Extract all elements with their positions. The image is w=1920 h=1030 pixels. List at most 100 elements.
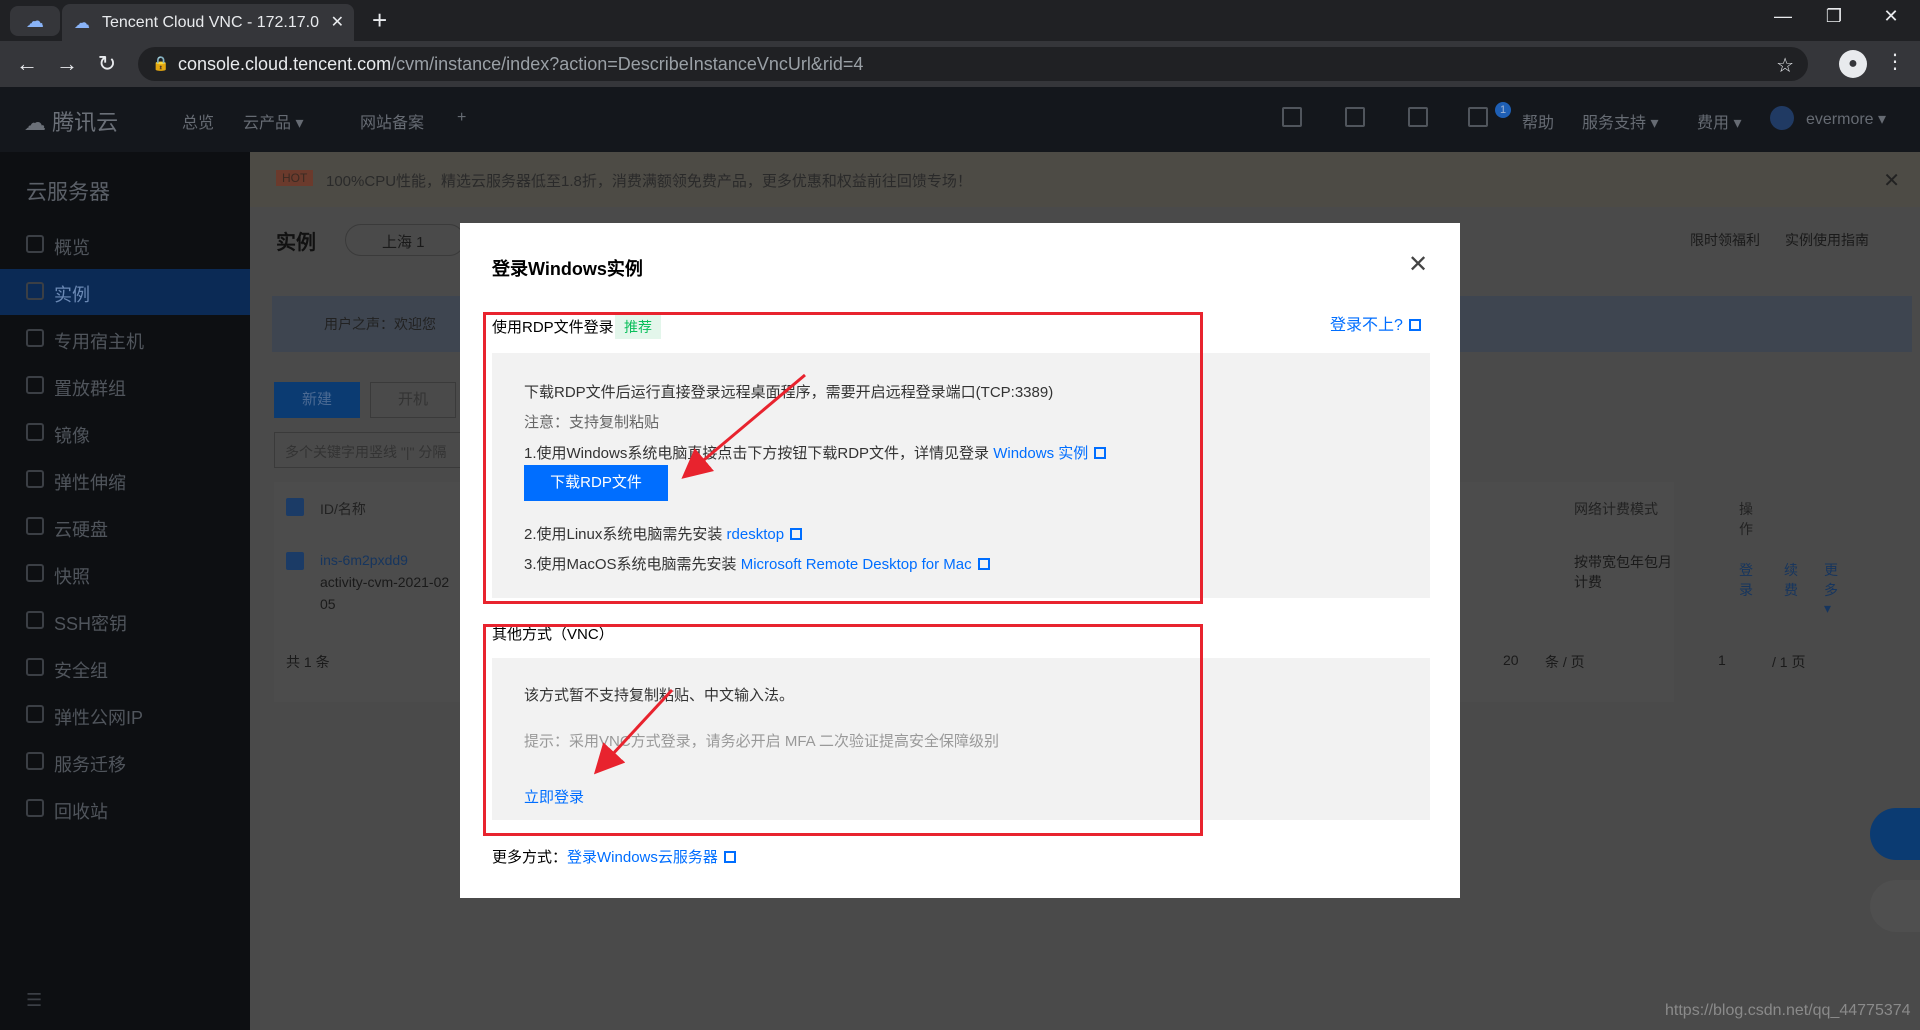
grid-icon[interactable]: [1282, 107, 1302, 127]
cloud-icon: ☁: [74, 15, 90, 32]
browser-tab[interactable]: ☁ Tencent Cloud VNC - 172.17.0 ✕: [62, 4, 354, 41]
page-size-unit: 条 / 页: [1545, 654, 1585, 670]
console-topnav: ☁ 腾讯云 总览 云产品 ▾ 网站备案 + 1 帮助 服务支持 ▾ 费用 ▾ e…: [0, 87, 1920, 152]
instance-name-suffix: 05: [320, 596, 336, 612]
sidebar-item-eip[interactable]: 弹性公网IP: [0, 692, 250, 738]
star-icon[interactable]: ☆: [1776, 53, 1794, 78]
cloud-icon[interactable]: ☁: [10, 6, 60, 36]
back-icon[interactable]: ←: [12, 51, 42, 77]
camera-icon: [26, 564, 44, 582]
mail-icon[interactable]: [1468, 107, 1488, 127]
region-select[interactable]: 上海 1: [345, 224, 465, 256]
sidebar-item-placement[interactable]: 置放群组: [0, 363, 250, 409]
minimize-icon[interactable]: —: [1768, 6, 1798, 27]
close-icon[interactable]: ✕: [1883, 168, 1900, 193]
ip-icon: [26, 705, 44, 723]
disk-icon: [26, 517, 44, 535]
tencent-cloud-logo[interactable]: ☁ 腾讯云: [24, 105, 118, 137]
url-input[interactable]: 🔒 console.cloud.tencent.com/cvm/instance…: [138, 47, 1808, 81]
instance-id[interactable]: ins-6m2pxdd9: [320, 552, 408, 568]
cube-icon: [26, 329, 44, 347]
url-host: console.cloud.tencent.com: [178, 54, 392, 74]
col-ops-header: 操作: [1739, 501, 1753, 537]
page-total: / 1 页: [1772, 654, 1806, 670]
cube-icon: [26, 282, 44, 300]
browser-tabbar: ☁ ☁ Tencent Cloud VNC - 172.17.0 ✕ + — ❐…: [0, 0, 1920, 41]
external-link-icon: [723, 851, 736, 863]
nav-icp[interactable]: 网站备案: [360, 109, 424, 133]
col-id-header: ID/名称: [320, 501, 366, 517]
close-icon[interactable]: ✕: [1408, 253, 1428, 277]
new-instance-button[interactable]: 新建: [274, 382, 360, 418]
key-icon: [26, 611, 44, 629]
grid-icon: [26, 235, 44, 253]
promo-link[interactable]: 限时领福利: [1690, 230, 1760, 250]
more-ways: 更多方式：登录Windows云服务器: [492, 846, 736, 867]
select-all-checkbox[interactable]: [286, 498, 304, 516]
page-number-input[interactable]: 1: [1718, 652, 1726, 668]
gear-icon: [26, 752, 44, 770]
qr-icon[interactable]: [1345, 107, 1365, 127]
billing-mode: 按带宽包年包月计费: [1574, 554, 1672, 590]
rdp-highlight-frame: [483, 312, 1203, 604]
url-path: /cvm/instance/index?action=DescribeInsta…: [391, 54, 864, 74]
row-checkbox[interactable]: [286, 552, 304, 570]
sidebar-item-cbs[interactable]: 云硬盘: [0, 504, 250, 550]
forward-icon[interactable]: →: [52, 51, 82, 77]
scaling-icon: [26, 470, 44, 488]
vnc-highlight-frame: [483, 624, 1203, 836]
sidebar-item-autoscaling[interactable]: 弹性伸缩: [0, 457, 250, 503]
nav-user[interactable]: evermore ▾: [1806, 109, 1886, 129]
sidebar-item-recycle-bin[interactable]: 回收站: [0, 786, 250, 832]
col-billing-header: 网络计费模式: [1574, 501, 1658, 517]
menu-icon[interactable]: ⋮: [1885, 49, 1905, 74]
start-button[interactable]: 开机: [370, 382, 456, 418]
nav-products[interactable]: 云产品 ▾: [243, 109, 303, 133]
restore-icon[interactable]: ❐: [1819, 6, 1849, 27]
dialog-title: 登录Windows实例: [492, 259, 643, 279]
trash-icon: [26, 799, 44, 817]
tab-title: Tencent Cloud VNC - 172.17.0: [102, 14, 320, 31]
chat-icon[interactable]: [1870, 808, 1920, 860]
renew-link[interactable]: 续费: [1784, 560, 1798, 600]
nav-help[interactable]: 帮助: [1522, 109, 1554, 133]
plus-icon[interactable]: +: [372, 6, 387, 34]
page-title: 实例: [276, 232, 316, 254]
reload-icon[interactable]: ↻: [92, 51, 122, 77]
sidebar-item-ssh-key[interactable]: SSH密钥: [0, 598, 250, 644]
avatar[interactable]: [1770, 106, 1794, 130]
search-input[interactable]: 多个关键字用竖线 "|" 分隔: [274, 432, 474, 468]
cant-login-link[interactable]: 登录不上?: [1330, 311, 1421, 335]
doc-icon[interactable]: [1408, 107, 1428, 127]
instance-name: activity-cvm-2021-02: [320, 574, 450, 590]
more-link[interactable]: 更多 ▾: [1824, 560, 1838, 617]
window-close-icon[interactable]: ✕: [1876, 6, 1906, 27]
profile-icon[interactable]: ●: [1839, 50, 1867, 78]
csdn-watermark: https://blog.csdn.net/qq_44775374: [1665, 1002, 1911, 1019]
close-icon[interactable]: ✕: [331, 12, 344, 32]
sidebar-item-security-group[interactable]: 安全组: [0, 645, 250, 691]
external-link-icon: [1408, 319, 1421, 331]
sidebar-item-overview[interactable]: 概览: [0, 222, 250, 268]
nav-plus[interactable]: +: [457, 109, 466, 127]
gear-icon: [26, 376, 44, 394]
sidebar-item-image[interactable]: 镜像: [0, 410, 250, 456]
nav-overview[interactable]: 总览: [182, 109, 214, 133]
nav-billing[interactable]: 费用 ▾: [1697, 109, 1741, 133]
doc-icon[interactable]: [1870, 880, 1920, 932]
guide-link[interactable]: 实例使用指南: [1785, 230, 1869, 250]
disc-icon: [26, 423, 44, 441]
promo-text[interactable]: 100%CPU性能，精选云服务器低至1.8折，消费满额领免费产品，更多优惠和权益…: [326, 170, 972, 191]
sidebar-item-snapshot[interactable]: 快照: [0, 551, 250, 597]
sidebar-item-dedicated-host[interactable]: 专用宿主机: [0, 316, 250, 362]
page-size-select[interactable]: 20: [1503, 652, 1519, 668]
sidebar-item-migration[interactable]: 服务迁移: [0, 739, 250, 785]
mail-badge: 1: [1495, 102, 1511, 118]
hot-badge: HOT: [276, 170, 314, 186]
more-ways-link[interactable]: 登录Windows云服务器: [567, 849, 718, 866]
sidebar-item-instances[interactable]: 实例: [0, 269, 250, 315]
lock-icon: 🔒: [152, 55, 170, 71]
collapse-icon[interactable]: ☰: [26, 990, 42, 1011]
nav-support[interactable]: 服务支持 ▾: [1582, 109, 1658, 133]
login-link[interactable]: 登录: [1739, 560, 1753, 600]
